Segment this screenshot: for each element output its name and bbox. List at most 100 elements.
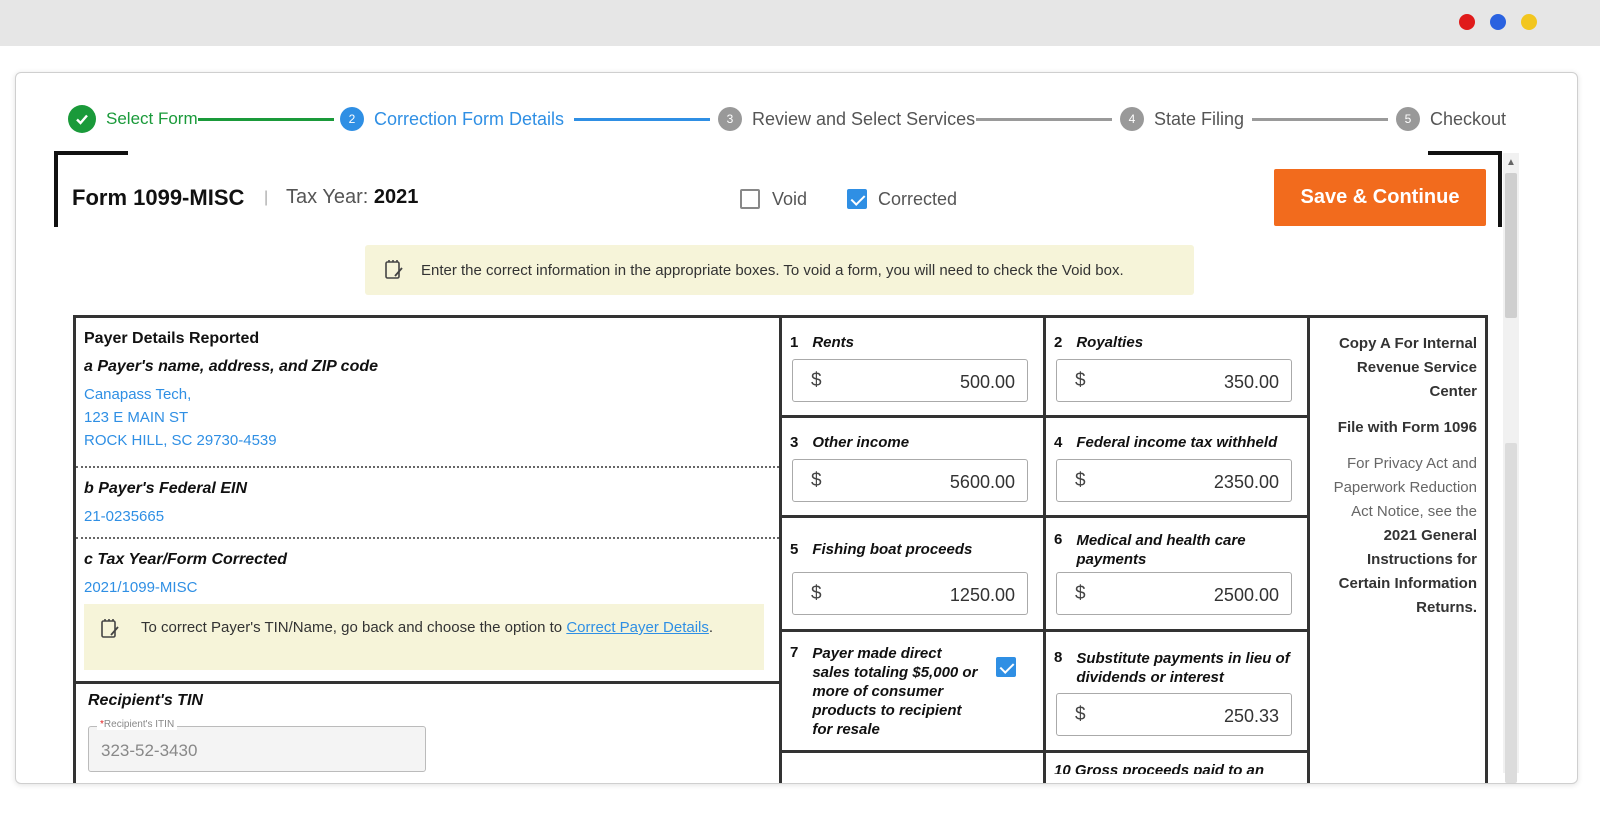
payer-section-title: Payer Details Reported <box>84 330 260 347</box>
grid-divider <box>1043 318 1046 783</box>
save-continue-button[interactable]: Save & Continue <box>1274 169 1486 226</box>
step-select-form[interactable]: Select Form <box>68 103 198 135</box>
step-review-services[interactable]: 3 Review and Select Services <box>718 103 975 135</box>
box-10-gross-proceeds: 10 Gross proceeds paid to an <box>1054 764 1264 774</box>
box-6-medical-payments: 6 Medical and health care payments <box>1054 531 1294 569</box>
title-separator: | <box>264 189 269 206</box>
stepper-connector-3 <box>976 118 1112 121</box>
grid-divider <box>779 415 1307 418</box>
privacy-act-text: For Privacy Act and Paperwork Reduction … <box>1333 455 1477 520</box>
other-income-value: 5600.00 <box>949 472 1015 492</box>
federal-tax-withheld-input[interactable]: $ 2350.00 <box>1056 459 1292 502</box>
step-state-filing[interactable]: 4 State Filing <box>1120 103 1244 135</box>
recipient-itin-field[interactable]: *Recipient's ITIN 323-52-3430 <box>88 719 426 772</box>
note-icon <box>101 619 119 638</box>
box-7-direct-sales: 7 Payer made direct sales totaling $5,00… <box>790 644 980 739</box>
box-number: 3 <box>790 434 799 451</box>
grid-divider <box>1485 318 1488 783</box>
dotted-divider <box>76 466 779 468</box>
grid-divider <box>76 681 779 684</box>
box-number: 5 <box>790 541 799 558</box>
corrected-label: Corrected <box>878 189 958 209</box>
step-number: 4 <box>1120 107 1144 131</box>
info-notice: Enter the correct information in the app… <box>365 245 1194 295</box>
tin-note-end: . <box>708 619 714 636</box>
stepper-connector-4 <box>1252 118 1388 121</box>
field-label: Recipient's ITIN <box>103 719 175 730</box>
payer-city-line: ROCK HILL, SC 29730-4539 <box>84 432 277 449</box>
step-label: Checkout <box>1430 108 1507 129</box>
box-number: 8 <box>1054 649 1063 666</box>
dollar-sign: $ <box>1075 470 1086 491</box>
recipient-tin-label: Recipient's TIN <box>88 692 203 709</box>
step-label: Correction Form Details <box>374 108 565 129</box>
yellow-window-dot-icon[interactable] <box>1521 14 1537 30</box>
general-instructions-text: 2021 General Instructions for Certain In… <box>1338 527 1477 616</box>
dollar-sign: $ <box>811 370 822 391</box>
step-correction-form-details[interactable]: 2 Correction Form Details <box>340 103 564 135</box>
dotted-divider <box>76 537 779 539</box>
corrected-checkbox[interactable] <box>847 189 867 209</box>
box-label: Other income <box>812 434 910 451</box>
red-window-dot-icon[interactable] <box>1459 14 1475 30</box>
correct-payer-details-link[interactable]: Correct Payer Details <box>566 619 709 636</box>
dollar-sign: $ <box>1075 704 1086 725</box>
grid-divider <box>779 318 782 783</box>
dollar-sign: $ <box>811 583 822 604</box>
box-number: 7 <box>790 644 799 661</box>
step-number: 5 <box>1396 107 1420 131</box>
browser-top-bar <box>0 0 1600 46</box>
blue-window-dot-icon[interactable] <box>1490 14 1506 30</box>
note-icon <box>385 260 403 279</box>
step-number: 3 <box>718 107 742 131</box>
box-label: Medical and health care payments <box>1076 532 1246 568</box>
medical-payments-input[interactable]: $ 2500.00 <box>1056 572 1292 615</box>
grid-divider <box>1307 318 1310 783</box>
payer-name-line: Canapass Tech, <box>84 386 192 403</box>
payer-name-label: a Payer's name, address, and ZIP code <box>84 358 379 375</box>
box-8-substitute-payments: 8 Substitute payments in lieu of dividen… <box>1054 649 1294 687</box>
payer-tin-note-text: To correct Payer's TIN/Name, go back and… <box>141 618 721 638</box>
step-checkout[interactable]: 5 Checkout <box>1396 103 1506 135</box>
file-with-1096: File with Form 1096 <box>1337 419 1477 436</box>
other-income-input[interactable]: $ 5600.00 <box>792 459 1028 502</box>
direct-sales-checkbox[interactable] <box>996 657 1016 677</box>
dollar-sign: $ <box>1075 370 1086 391</box>
fishing-boat-proceeds-input[interactable]: $ 1250.00 <box>792 572 1028 615</box>
form-title: Form 1099-MISC <box>72 185 245 210</box>
step-label: Select Form <box>106 109 198 128</box>
payer-ein-value: 21-0235665 <box>84 508 165 525</box>
payer-ein-label: b Payer's Federal EIN <box>84 480 247 497</box>
payer-address-line: 123 E MAIN ST <box>84 409 189 426</box>
royalties-input[interactable]: $ 350.00 <box>1056 359 1292 402</box>
grid-divider <box>779 750 1307 753</box>
federal-tax-withheld-value: 2350.00 <box>1213 472 1279 492</box>
box-label: Federal income tax withheld <box>1076 434 1278 451</box>
substitute-payments-input[interactable]: $ 250.33 <box>1056 693 1292 736</box>
info-notice-text: Enter the correct information in the app… <box>421 261 1124 279</box>
grid-divider <box>779 629 1307 632</box>
rents-input[interactable]: $ 500.00 <box>792 359 1028 402</box>
scrollbar-track-lower[interactable] <box>1505 443 1517 783</box>
box-label: 10 Gross proceeds paid to an <box>1054 764 1265 774</box>
royalties-value: 350.00 <box>1223 372 1279 392</box>
box-label: Fishing boat proceeds <box>812 541 973 558</box>
box-number: 4 <box>1054 434 1063 451</box>
box-2-royalties: 2 Royalties <box>1054 334 1143 352</box>
tin-note-text: To correct Payer's TIN/Name, go back and… <box>141 619 563 636</box>
progress-stepper: Select Form 2 Correction Form Details 3 … <box>68 103 1548 135</box>
scroll-up-icon[interactable]: ▲ <box>1506 157 1516 168</box>
form-1099-grid: Payer Details Reported a Payer's name, a… <box>73 315 1488 783</box>
box-label: Rents <box>812 334 855 351</box>
recipient-itin-value: 323-52-3430 <box>101 741 198 760</box>
box-3-other-income: 3 Other income <box>790 434 909 452</box>
scrollbar-thumb[interactable] <box>1505 173 1517 318</box>
medical-payments-value: 2500.00 <box>1213 585 1279 605</box>
dollar-sign: $ <box>1075 583 1086 604</box>
void-checkbox[interactable] <box>740 189 760 209</box>
void-label: Void <box>772 189 808 209</box>
box-1-rents: 1 Rents <box>790 334 854 352</box>
privacy-act-notice: For Privacy Act and Paperwork Reduction … <box>1321 452 1477 620</box>
tax-year: Tax Year: 2021 <box>286 186 418 209</box>
corrected-form-label: c Tax Year/Form Corrected <box>84 551 288 568</box>
